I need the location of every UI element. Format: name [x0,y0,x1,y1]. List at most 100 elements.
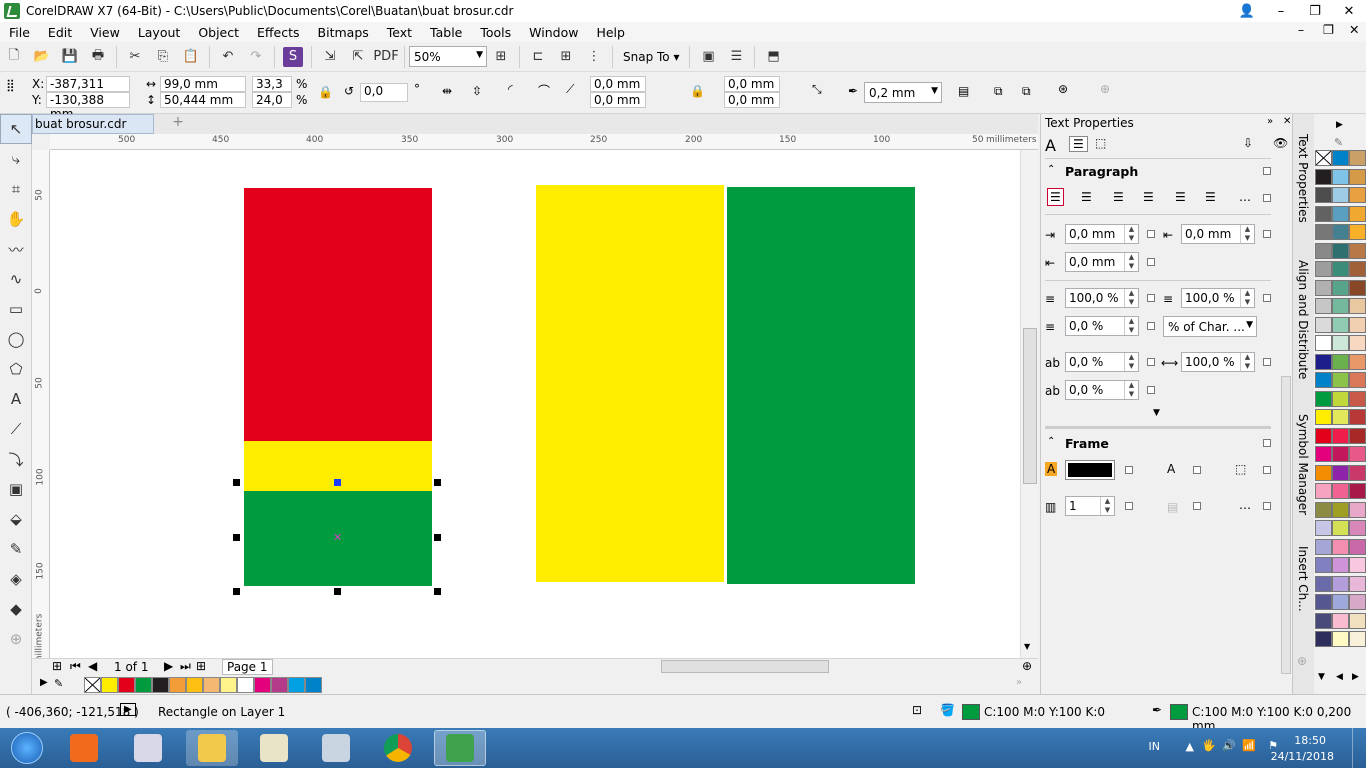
next-page-icon[interactable]: ▶ [164,659,173,673]
doc-color-swatch[interactable] [169,677,186,693]
section-checkbox[interactable] [1263,167,1271,175]
menu-help[interactable]: Help [587,25,634,40]
spacing-unit-dropdown[interactable]: % of Char. ... ▼ [1163,316,1257,337]
palette-color-swatch[interactable] [1332,501,1349,518]
palette-color-swatch[interactable] [1349,298,1366,314]
before-paragraph-checkbox[interactable] [1263,294,1271,302]
full-screen-icon[interactable]: ⊞ [491,47,511,67]
columns-checkbox[interactable] [1125,502,1133,510]
tray-app-icon[interactable]: 🖐 [1202,739,1216,752]
character-tab-icon[interactable]: A [1045,136,1056,155]
outline-color-swatch[interactable] [1170,704,1188,720]
network-icon[interactable]: 📶 [1242,739,1256,752]
palette-scroll-icon[interactable]: » [1016,677,1022,688]
palette-color-swatch[interactable] [1332,298,1349,314]
add-tool-icon[interactable]: ⊕ [0,624,32,654]
selection-handle[interactable] [434,588,441,595]
round-corner-icon[interactable]: ◜ [508,82,513,96]
vertical-align-checkbox[interactable] [1263,466,1271,474]
columns-field[interactable]: 1 ▲ ▼ [1065,496,1115,516]
clock-date[interactable]: 24/11/2018 [1271,750,1334,763]
palette-color-swatch[interactable] [1349,187,1366,203]
palette-color-swatch[interactable] [1332,427,1349,444]
corner-top-left-field[interactable]: 0,0 mm [590,76,646,92]
doc-color-swatch[interactable] [101,677,118,693]
scale-width-field[interactable]: 33,3 [252,76,292,92]
palette-color-swatch[interactable] [1315,316,1332,333]
palette-color-swatch[interactable] [1315,446,1332,462]
first-line-indent-field[interactable]: 0,0 mm ▲ ▼ [1181,224,1255,244]
palette-color-swatch[interactable] [1315,594,1332,610]
chamfered-corner-icon[interactable]: ⟋ [566,82,574,97]
palette-color-swatch[interactable] [1349,631,1366,647]
palette-color-swatch[interactable] [1332,464,1349,481]
more-options-checkbox[interactable] [1263,502,1271,510]
doc-color-swatch[interactable] [135,677,152,693]
page-tab[interactable]: Page 1 [222,659,273,675]
right-indent-checkbox[interactable] [1147,258,1155,266]
palette-color-swatch[interactable] [1332,187,1349,203]
relative-corner-scaling-icon[interactable]: ⤡ [812,82,822,97]
palette-color-swatch[interactable] [1332,446,1349,462]
selection-handle[interactable] [233,534,240,541]
menu-bitmaps[interactable]: Bitmaps [309,25,378,40]
left-indent-field[interactable]: 0,0 mm ▲ ▼ [1065,224,1139,244]
lock-corners-icon[interactable]: 🔒 [690,84,705,98]
doc-close-button[interactable]: ✕ [1340,22,1366,37]
tab-insert-character[interactable]: Insert Ch... [1296,546,1310,612]
connector-tool-icon[interactable]: ⤵ [0,444,32,474]
palette-color-swatch[interactable] [1332,316,1349,333]
scroll-thumb[interactable] [1023,328,1037,484]
palette-color-swatch[interactable] [1315,335,1332,351]
collapse-arrow-icon[interactable]: ⌃ [1047,436,1055,447]
palette-color-swatch[interactable] [1349,353,1366,370]
chevron-down-icon[interactable]: ▼ [1105,464,1112,474]
tab-text-properties[interactable]: Text Properties [1296,134,1310,223]
add-icon[interactable]: ⊕ [1100,82,1110,96]
minimize-button[interactable]: – [1264,0,1298,22]
export-icon[interactable]: ⇱ [348,47,368,67]
palette-color-swatch[interactable] [1349,168,1366,185]
app-taskbar-icon[interactable] [122,730,174,766]
word-spacing-field[interactable]: 100,0 % ▲ ▼ [1181,352,1255,372]
show-rulers-icon[interactable]: ⊏ [528,47,548,67]
align-checkbox[interactable] [1263,194,1271,202]
palette-color-swatch[interactable] [1315,298,1332,314]
palette-color-swatch[interactable] [1315,390,1332,407]
language-spacing-field[interactable]: 0,0 % ▲ ▼ [1065,380,1139,400]
palette-color-swatch[interactable] [1332,483,1349,499]
palette-color-swatch[interactable] [1349,575,1366,592]
left-indent-checkbox[interactable] [1147,230,1155,238]
show-guidelines-icon[interactable]: ⋮ [584,47,604,67]
pan-tool-icon[interactable]: ✋ [0,204,32,234]
before-paragraph-field[interactable]: 100,0 % ▲ ▼ [1181,288,1255,308]
ellipse-tool-icon[interactable]: ◯ [0,324,32,354]
zoom-level-combo[interactable]: 50% ▼ [409,46,487,67]
palette-color-swatch[interactable] [1332,594,1349,610]
palette-color-swatch[interactable] [1349,464,1366,481]
polygon-tool-icon[interactable]: ⬠ [0,354,32,384]
freehand-tool-icon[interactable]: 〰 [0,234,32,264]
vertical-scrollbar[interactable]: ▼ [1020,150,1038,658]
palette-color-swatch[interactable] [1315,187,1332,203]
selection-handle-top-center[interactable] [334,479,341,486]
palette-color-swatch[interactable] [1349,538,1366,555]
chrome-icon[interactable] [372,730,424,766]
selection-handle[interactable] [334,588,341,595]
paint-icon[interactable] [248,730,300,766]
palette-color-swatch[interactable] [1349,372,1366,388]
speaker-icon[interactable]: 🔊 [1222,739,1236,752]
coreldraw-taskbar-icon[interactable] [434,730,486,766]
palette-color-swatch[interactable] [1315,631,1332,647]
first-line-indent-checkbox[interactable] [1263,230,1271,238]
wrap-text-icon[interactable]: ▤ [958,84,969,98]
palette-color-swatch[interactable] [1315,205,1332,222]
frame-bg-checkbox[interactable] [1125,466,1133,474]
palette-scroll-left-icon[interactable]: ◀ [1336,672,1343,682]
docker-menu-icon[interactable]: ⇩ [1243,136,1253,150]
transparency-tool-icon[interactable]: ⬙ [0,504,32,534]
palette-color-swatch[interactable] [1315,520,1332,536]
palette-color-swatch[interactable] [1349,557,1366,573]
add-docker-icon[interactable]: ⊕ [1297,654,1307,668]
print-icon[interactable]: 🖶 [88,47,108,67]
